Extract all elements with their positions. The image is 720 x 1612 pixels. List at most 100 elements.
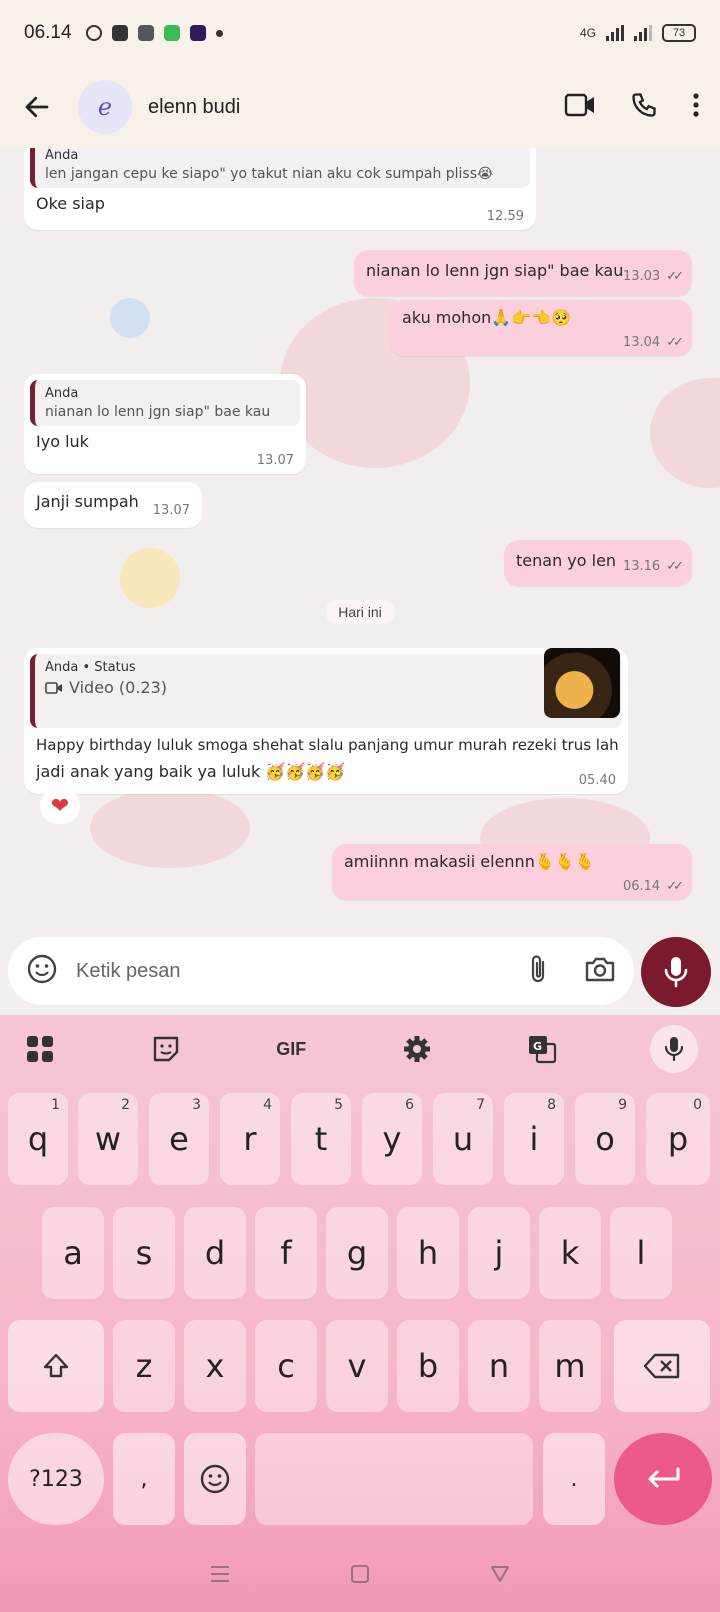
key-w[interactable]: 2w [78,1093,138,1185]
home-square-icon[interactable] [349,1563,371,1592]
key-u[interactable]: 7u [433,1093,493,1185]
message-composer[interactable]: Ketik pesan [8,937,634,1005]
key-q[interactable]: 1q [8,1093,68,1185]
enter-icon [648,1467,680,1488]
quoted-message[interactable]: Anda len jangan cepu ke siapo" yo takut … [30,148,530,188]
key-z[interactable]: z [113,1320,175,1412]
message-input[interactable]: Ketik pesan [76,960,526,983]
double-check-icon: ✓✓ [666,559,684,574]
camera-icon[interactable] [584,955,616,988]
message-time: 13.07 [256,453,294,468]
key-i[interactable]: 8i [504,1093,564,1185]
message-text: amiinnn makasii elennn🫰🫰🫰 [344,852,595,871]
key-g[interactable]: g [326,1207,388,1299]
key-j[interactable]: j [468,1207,530,1299]
message-text: Oke siap [36,194,105,213]
wallpaper-decoration [90,788,250,868]
contact-name[interactable]: elenn budi [148,96,240,119]
double-check-icon: ✓✓ [666,335,684,350]
back-triangle-icon[interactable] [489,1563,511,1591]
quote-author: Anda • Status [45,660,136,675]
sticker-keyboard-icon[interactable] [148,1031,184,1067]
key-d[interactable]: d [184,1207,246,1299]
key-s[interactable]: s [113,1207,175,1299]
settings-gear-icon[interactable] [399,1031,435,1067]
space-key[interactable] [255,1433,533,1525]
system-nav-bar [0,1542,720,1612]
message-text-continued: jadi anak yang baik ya luluk 🥳🥳🥳🥳 [36,762,346,782]
voice-call-icon[interactable] [630,91,658,124]
message-outgoing[interactable]: nianan lo lenn jgn siap" bae kau 13.03 ✓✓ [354,250,692,296]
key-c[interactable]: c [255,1320,317,1412]
quoted-message[interactable]: Anda nianan lo lenn jgn siap" bae kau [30,380,300,426]
back-arrow-icon[interactable] [20,90,54,124]
message-outgoing[interactable]: aku mohon🙏👉👈🥺 13.04 ✓✓ [390,300,692,356]
message-outgoing[interactable]: amiinnn makasii elennn🫰🫰🫰 06.14 ✓✓ [332,844,692,900]
recents-menu-icon[interactable] [209,1563,231,1591]
message-time: 06.14 [622,879,661,894]
key-h[interactable]: h [397,1207,459,1299]
status-bar: 06.14 4G 73 [0,0,720,66]
apps-grid-icon[interactable] [22,1031,58,1067]
network-type: 4G [579,26,596,40]
key-n[interactable]: n [468,1320,530,1412]
wallpaper-decoration [120,548,180,608]
quote-text: Video (0.23) [69,678,168,697]
more-notifications-icon [215,29,223,37]
symbols-key[interactable]: ?123 [8,1433,104,1525]
message-outgoing[interactable]: tenan yo len 13.16 ✓✓ [504,540,692,586]
status-thumbnail[interactable] [544,648,620,718]
svg-text:G: G [533,1040,542,1053]
key-m[interactable]: m [539,1320,601,1412]
message-time: 13.04 [622,335,661,350]
app2-notification-icon [189,25,206,41]
backspace-key[interactable] [614,1320,710,1412]
key-l[interactable]: l [610,1207,672,1299]
key-p[interactable]: 0p [646,1093,710,1185]
app-notification-icon [111,25,128,41]
quoted-status[interactable]: Anda • Status Video (0.23) [30,654,622,728]
chat-area[interactable]: Anda len jangan cepu ke siapo" yo takut … [0,148,720,938]
emoji-key[interactable] [184,1433,246,1525]
contact-avatar[interactable]: e [78,80,132,134]
message-time: 12.59 [486,209,524,224]
key-e[interactable]: 3e [149,1093,209,1185]
enter-key[interactable] [614,1433,712,1525]
shift-key[interactable] [8,1320,104,1412]
key-b[interactable]: b [397,1320,459,1412]
comma-key[interactable]: , [113,1433,175,1525]
message-incoming[interactable]: Janji sumpah 13.07 [24,482,202,528]
key-x[interactable]: x [184,1320,246,1412]
key-v[interactable]: v [326,1320,388,1412]
key-k[interactable]: k [539,1207,601,1299]
double-check-icon: ✓✓ [666,269,684,284]
key-r[interactable]: 4r [220,1093,280,1185]
key-f[interactable]: f [255,1207,317,1299]
video-call-icon[interactable] [564,92,596,123]
key-t[interactable]: 5t [291,1093,351,1185]
status-time: 06.14 [24,22,72,43]
message-incoming[interactable]: Anda len jangan cepu ke siapo" yo takut … [24,148,536,230]
attachment-icon[interactable] [526,953,550,990]
voice-input-icon[interactable] [649,1025,698,1073]
shift-arrow-icon [43,1353,69,1378]
whatsapp-notification-icon [85,25,102,41]
key-a[interactable]: a [42,1207,104,1299]
quote-text: len jangan cepu ke siapo" yo takut nian … [45,166,494,182]
gif-button[interactable]: GIF [273,1031,309,1067]
message-text: Happy birthday luluk smoga shehat slalu … [36,736,619,754]
translate-icon[interactable]: G [524,1031,560,1067]
message-incoming[interactable]: Anda • Status Video (0.23) Happy birthda… [24,648,628,794]
emoji-icon [200,1464,230,1494]
voice-record-button[interactable] [641,937,711,1007]
sticker-icon[interactable] [26,953,58,990]
reaction-heart[interactable]: ❤ [40,788,80,824]
more-options-icon[interactable] [692,92,700,123]
key-o[interactable]: 9o [575,1093,635,1185]
period-key[interactable]: . [543,1433,605,1525]
message-incoming[interactable]: Anda nianan lo lenn jgn siap" bae kau Iy… [24,374,306,474]
date-divider: Hari ini [326,600,394,624]
message-time: 13.16 [622,559,661,574]
keyboard: GIF G 1q 2w 3e 4r 5t 6y 7u 8i 9o 0p a s … [0,1015,720,1612]
key-y[interactable]: 6y [362,1093,422,1185]
